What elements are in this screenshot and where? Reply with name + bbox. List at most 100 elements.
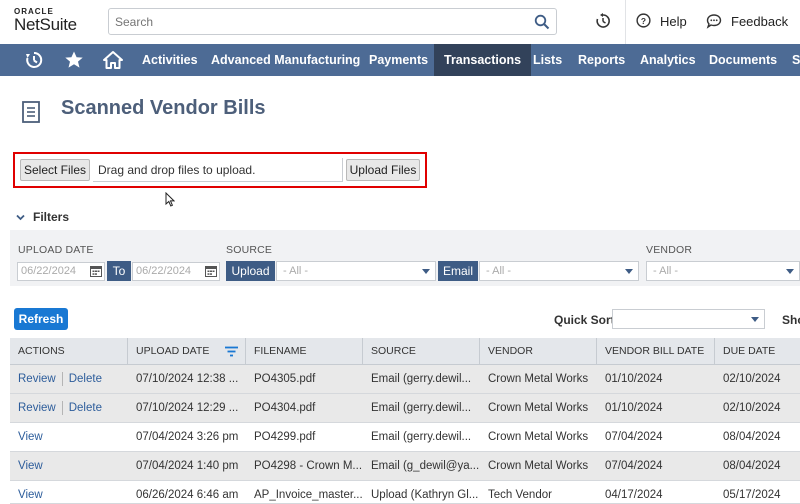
source-label: SOURCE <box>226 244 273 256</box>
help-icon[interactable]: ? <box>636 13 651 28</box>
delete-link[interactable]: Delete <box>69 373 102 385</box>
file-upload-area: Select Files Drag and drop files to uplo… <box>13 152 427 188</box>
cell-source: Email (g_dewil@ya... <box>371 460 480 472</box>
cell-source: Email (gerry.dewil... <box>371 431 472 443</box>
home-icon[interactable] <box>103 50 123 70</box>
review-link[interactable]: Review <box>18 373 56 385</box>
table-header: ACTIONS UPLOAD DATE FILENAME SOURCE VEND… <box>10 338 800 365</box>
cell-due-date: 08/04/2024 <box>723 460 781 472</box>
logo-netsuite: NetSuite <box>14 15 77 34</box>
vendor-select[interactable]: - All - <box>646 261 800 281</box>
filters-label: Filters <box>33 210 70 224</box>
source-email-value: - All - <box>486 265 512 277</box>
cell-filename: PO4305.pdf <box>254 373 316 385</box>
netsuite-logo[interactable]: ORACLE NetSuite <box>14 7 94 34</box>
view-link[interactable]: View <box>18 431 43 443</box>
feedback-icon[interactable] <box>706 13 722 29</box>
date-to-label: To <box>107 261 131 281</box>
cell-source: Upload (Kathryn Gl... <box>371 489 479 501</box>
cell-vendor: Crown Metal Works <box>488 402 589 414</box>
cell-filename: PO4299.pdf <box>254 431 316 443</box>
chevron-down-icon <box>16 214 25 221</box>
top-header: ORACLE NetSuite ? Help Feedback <box>0 0 800 44</box>
nav-transactions[interactable]: Transactions <box>434 44 532 76</box>
table-row: View 07/04/2024 1:40 pm PO4298 - Crown M… <box>10 452 800 481</box>
cell-bill-date: 07/04/2024 <box>605 431 663 443</box>
source-email-select[interactable]: - All - <box>479 261 639 281</box>
cell-upload-date: 07/04/2024 1:40 pm <box>136 460 239 472</box>
chevron-down-icon <box>786 269 794 274</box>
search-input[interactable] <box>109 9 519 34</box>
global-search[interactable] <box>108 8 557 35</box>
show-label: Sho <box>782 313 800 327</box>
nav-payments[interactable]: Payments <box>369 44 428 76</box>
sort-icon[interactable] <box>225 346 238 357</box>
col-source[interactable]: SOURCE <box>363 338 480 365</box>
col-due-date[interactable]: DUE DATE <box>715 338 800 365</box>
upload-files-button[interactable]: Upload Files <box>346 159 420 181</box>
search-icon[interactable] <box>534 14 550 30</box>
select-files-button[interactable]: Select Files <box>20 159 90 181</box>
nav-activities[interactable]: Activities <box>142 44 198 76</box>
cell-vendor: Crown Metal Works <box>488 460 589 472</box>
upload-date-label: UPLOAD DATE <box>18 244 94 256</box>
table-row: View 07/04/2024 3:26 pm PO4299.pdf Email… <box>10 423 800 452</box>
quick-sort-label: Quick Sort <box>554 313 615 327</box>
col-vendor[interactable]: VENDOR <box>480 338 597 365</box>
cell-vendor: Tech Vendor <box>488 489 552 501</box>
recent-icon[interactable] <box>24 50 44 70</box>
recent-records-icon[interactable] <box>594 12 612 30</box>
nav-lists[interactable]: Lists <box>533 44 562 76</box>
cell-upload-date: 06/26/2024 6:46 am <box>136 489 239 501</box>
cell-bill-date: 01/10/2024 <box>605 402 663 414</box>
chevron-down-icon <box>422 269 430 274</box>
source-upload-select[interactable]: - All - <box>276 261 436 281</box>
cell-upload-date: 07/10/2024 12:38 ... <box>136 373 239 385</box>
nav-setup[interactable]: Se <box>792 44 800 76</box>
cell-upload-date: 07/04/2024 3:26 pm <box>136 431 239 443</box>
col-vendor-bill-date[interactable]: VENDOR BILL DATE <box>597 338 715 365</box>
cell-due-date: 05/17/2024 <box>723 489 781 501</box>
col-filename[interactable]: FILENAME <box>246 338 363 365</box>
refresh-button[interactable]: Refresh <box>14 308 68 330</box>
cell-bill-date: 07/04/2024 <box>605 460 663 472</box>
cell-vendor: Crown Metal Works <box>488 373 589 385</box>
main-navigation: Activities Advanced Manufacturing Paymen… <box>0 44 800 76</box>
view-link[interactable]: View <box>18 460 43 472</box>
nav-documents[interactable]: Documents <box>709 44 777 76</box>
table-row: Review Delete 07/10/2024 12:38 ... PO4305… <box>10 365 800 394</box>
action-divider <box>61 400 63 415</box>
quick-sort-select[interactable] <box>612 309 765 329</box>
review-link[interactable]: Review <box>18 402 56 414</box>
cell-filename: PO4298 - Crown M... <box>254 460 363 472</box>
help-link[interactable]: Help <box>660 14 687 29</box>
col-actions: ACTIONS <box>10 338 128 365</box>
col-upload-date-label: UPLOAD DATE <box>136 345 210 357</box>
drop-zone[interactable]: Drag and drop files to upload. <box>93 158 343 182</box>
vendor-label: VENDOR <box>646 244 693 256</box>
source-upload-tag: Upload <box>226 261 275 281</box>
nav-reports[interactable]: Reports <box>578 44 625 76</box>
cell-due-date: 08/04/2024 <box>723 431 781 443</box>
header-divider <box>625 0 626 44</box>
feedback-link[interactable]: Feedback <box>731 14 788 29</box>
vendor-value: - All - <box>653 265 679 277</box>
view-link[interactable]: View <box>18 489 43 501</box>
cell-due-date: 02/10/2024 <box>723 373 781 385</box>
cell-vendor: Crown Metal Works <box>488 431 589 443</box>
document-icon <box>22 101 40 123</box>
calendar-icon[interactable] <box>90 265 102 277</box>
favorites-star-icon[interactable] <box>64 50 84 70</box>
cell-source: Email (gerry.dewil... <box>371 402 472 414</box>
filters-toggle[interactable]: Filters <box>16 210 69 224</box>
nav-analytics[interactable]: Analytics <box>640 44 696 76</box>
svg-text:?: ? <box>641 16 646 26</box>
table-row: Review Delete 07/10/2024 12:29 ... PO4304… <box>10 394 800 423</box>
cell-bill-date: 04/17/2024 <box>605 489 663 501</box>
col-upload-date[interactable]: UPLOAD DATE <box>128 338 246 365</box>
nav-advanced-manufacturing[interactable]: Advanced Manufacturing <box>211 44 360 76</box>
chevron-down-icon <box>625 269 633 274</box>
delete-link[interactable]: Delete <box>69 402 102 414</box>
calendar-icon[interactable] <box>205 265 217 277</box>
action-divider <box>61 371 63 386</box>
